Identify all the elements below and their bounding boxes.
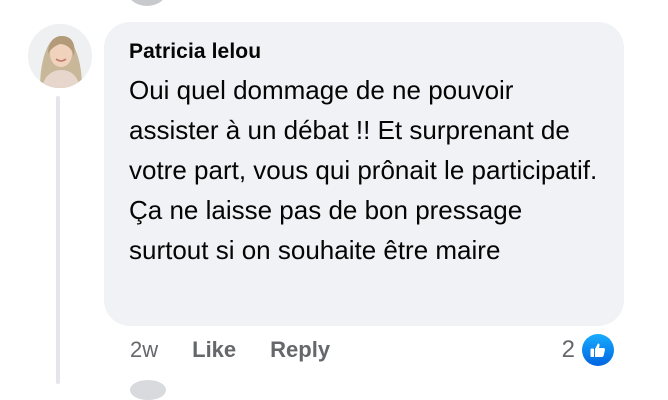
- avatar-photo-icon: [28, 24, 92, 88]
- reaction-count[interactable]: 2: [562, 333, 575, 367]
- thread-line: [56, 96, 60, 384]
- avatar[interactable]: [28, 24, 92, 88]
- comment-actions: 2w Like Reply: [130, 334, 364, 366]
- comment-timestamp[interactable]: 2w: [130, 334, 158, 366]
- reply-button[interactable]: Reply: [270, 334, 330, 366]
- comment-author[interactable]: Patricia lelou: [129, 36, 598, 68]
- next-avatar: [130, 380, 166, 400]
- comment-text: Oui quel dommage de ne pouvoir assister …: [129, 75, 598, 265]
- like-reaction-badge[interactable]: [580, 332, 616, 368]
- previous-avatar: [128, 0, 166, 6]
- comment-bubble: Patricia lelou Oui quel dommage de ne po…: [104, 22, 624, 326]
- like-icon: [590, 343, 605, 357]
- like-button[interactable]: Like: [192, 334, 236, 366]
